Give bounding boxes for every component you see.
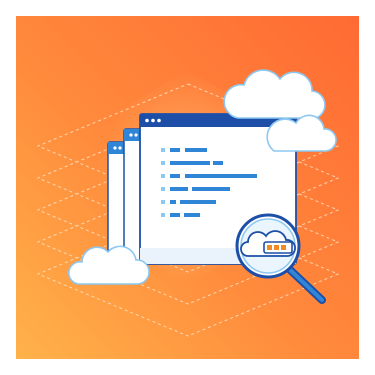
illustration-svg [16, 16, 359, 359]
window-dot-2 [151, 118, 155, 123]
window-dot-1 [145, 118, 149, 123]
illustration [16, 16, 359, 359]
code-line-4 [161, 187, 230, 191]
progress-segment-1 [267, 245, 272, 250]
window-dot-3 [157, 118, 161, 123]
code-line-2 [161, 161, 223, 165]
progress-segment-3 [281, 245, 286, 250]
code-line-3 [161, 174, 257, 178]
progress-segment-2 [274, 245, 279, 250]
